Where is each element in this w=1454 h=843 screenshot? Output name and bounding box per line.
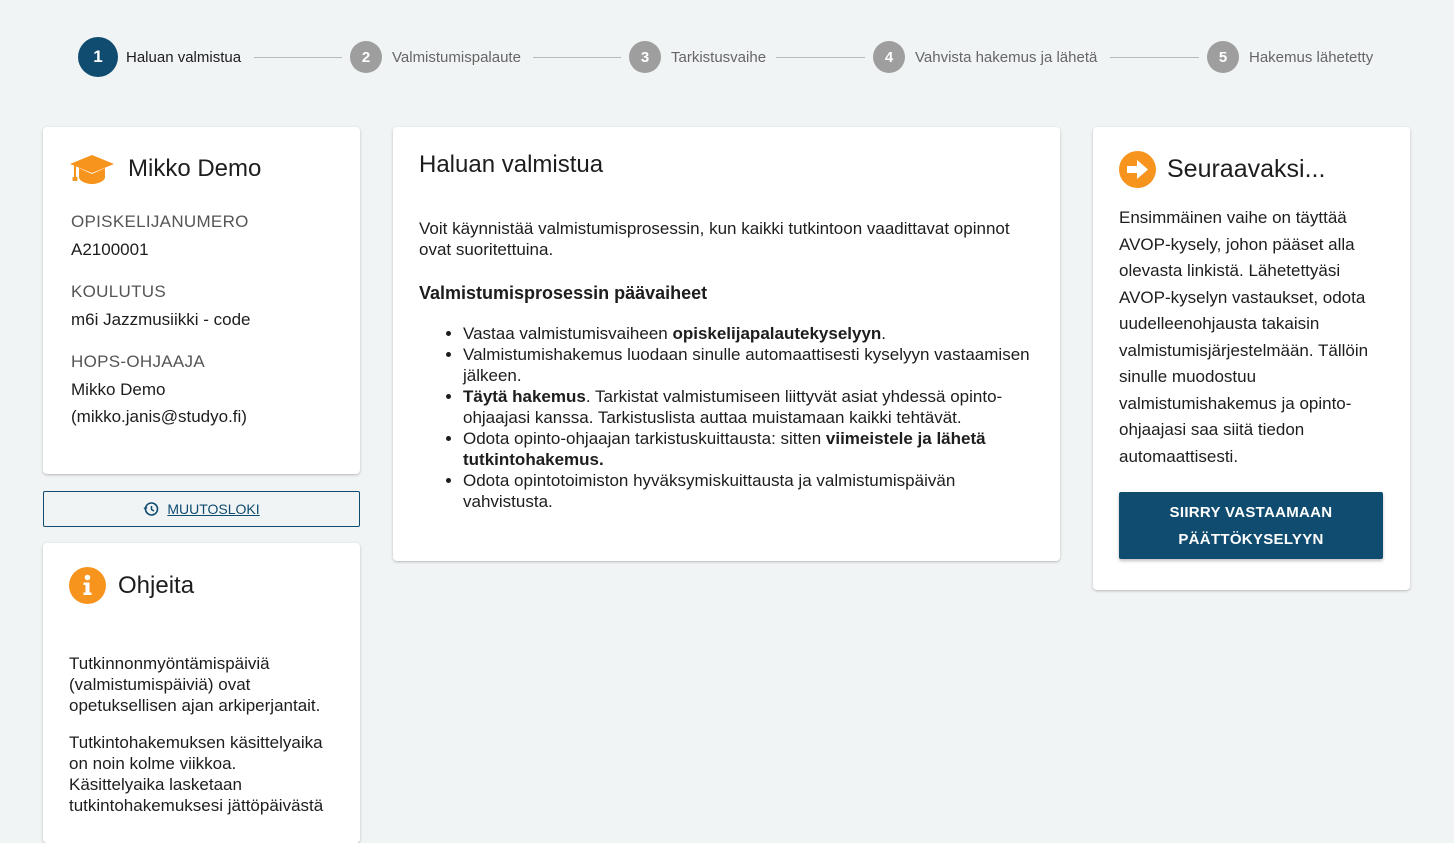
next-steps-header: Seuraavaksi... xyxy=(1119,151,1384,188)
list-item-text: Odota opinto-ohjaajan tarkistuskuittaust… xyxy=(463,429,826,448)
step-2-number: 2 xyxy=(350,41,382,73)
arrow-right-circle-icon xyxy=(1119,151,1156,188)
student-number-label: OPISKELIJANUMERO xyxy=(71,212,249,231)
program-value: m6i Jazzmusiikki - code xyxy=(71,310,251,329)
instructions-paragraph: Tutkintohakemuksen käsittelyaika on noin… xyxy=(69,733,324,815)
instructions-header: Ohjeita xyxy=(69,567,334,604)
list-item-text: Valmistumishakemus luodaan sinulle autom… xyxy=(463,345,1030,385)
main-title: Haluan valmistua xyxy=(419,151,604,178)
progress-stepper: 1 Haluan valmistua 2 Valmistumispalaute … xyxy=(78,37,1378,77)
info-icon xyxy=(69,567,106,604)
step-5: 5 Hakemus lähetetty xyxy=(1207,41,1373,73)
graduation-info-card: Haluan valmistua Voit käynnistää valmist… xyxy=(393,127,1060,561)
instructions-paragraph: Tutkinnonmyöntämispäiviä (valmistumispäi… xyxy=(69,654,321,715)
step-1-number: 1 xyxy=(78,37,118,77)
changelog-button[interactable]: MUUTOSLOKI xyxy=(43,491,360,527)
profile-header: Mikko Demo xyxy=(69,153,334,185)
list-item-text: . xyxy=(881,324,887,343)
step-connector xyxy=(533,57,621,58)
next-steps-card: Seuraavaksi... Ensimmäinen vaihe on täyt… xyxy=(1093,127,1410,590)
student-profile-card: Mikko Demo OPISKELIJANUMERO A2100001 KOU… xyxy=(43,127,360,474)
step-3-number: 3 xyxy=(629,41,661,73)
step-5-label: Hakemus lähetetty xyxy=(1249,48,1374,66)
step-3-label: Tarkistusvaihe xyxy=(671,48,767,66)
step-connector xyxy=(776,57,865,58)
list-item-text: Vastaa valmistumisvaiheen xyxy=(463,324,673,343)
advisor-label: HOPS-OHJAAJA xyxy=(71,352,205,371)
instructions-card: Ohjeita Tutkinnonmyöntämispäiviä (valmis… xyxy=(43,543,360,843)
list-item: Valmistumishakemus luodaan sinulle autom… xyxy=(463,344,1034,386)
advisor-field: HOPS-OHJAAJA Mikko Demo (mikko.janis@stu… xyxy=(71,351,334,430)
list-item-text: Odota opintotoimiston hyväksymiskuittaus… xyxy=(463,471,956,511)
instructions-title: Ohjeita xyxy=(118,571,195,599)
history-icon xyxy=(143,502,159,516)
graduation-cap-icon xyxy=(70,155,114,184)
step-1-label: Haluan valmistua xyxy=(126,48,242,66)
step-4-label: Vahvista hakemus ja lähetä xyxy=(915,48,1098,66)
list-item-emphasis: opiskelijapalautekyselyyn xyxy=(672,324,882,343)
advisor-email: (mikko.janis@studyo.fi) xyxy=(71,407,247,426)
student-name: Mikko Demo xyxy=(128,155,262,182)
list-item: Odota opinto-ohjaajan tarkistuskuittaust… xyxy=(463,428,1034,470)
step-4-number: 4 xyxy=(873,41,905,73)
list-item: Täytä hakemus. Tarkistat valmistumiseen … xyxy=(463,386,1034,428)
step-1: 1 Haluan valmistua xyxy=(78,37,241,77)
student-number-field: OPISKELIJANUMERO A2100001 xyxy=(71,211,334,263)
step-4: 4 Vahvista hakemus ja lähetä xyxy=(873,41,1097,73)
program-label: KOULUTUS xyxy=(71,282,166,301)
step-connector xyxy=(1110,57,1199,58)
go-to-survey-button[interactable]: SIIRRY VASTAAMAAN PÄÄTTÖKYSELYYN xyxy=(1119,492,1383,559)
list-item-emphasis: Täytä hakemus xyxy=(463,387,586,406)
advisor-name: Mikko Demo xyxy=(71,380,166,399)
list-item: Vastaa valmistumisvaiheen opiskelijapala… xyxy=(463,323,1034,344)
process-steps-list: Vastaa valmistumisvaiheen opiskelijapala… xyxy=(419,323,1034,512)
step-3: 3 Tarkistusvaihe xyxy=(629,41,766,73)
step-connector xyxy=(254,57,342,58)
changelog-label: MUUTOSLOKI xyxy=(167,501,260,517)
next-steps-title: Seuraavaksi... xyxy=(1167,155,1326,183)
step-2: 2 Valmistumispalaute xyxy=(350,41,521,73)
main-intro: Voit käynnistää valmistumisprosessin, ku… xyxy=(419,219,1010,259)
student-number-value: A2100001 xyxy=(71,240,149,259)
step-5-number: 5 xyxy=(1207,41,1239,73)
program-field: KOULUTUS m6i Jazzmusiikki - code xyxy=(71,281,334,333)
list-item: Odota opintotoimiston hyväksymiskuittaus… xyxy=(463,470,1034,512)
next-steps-text: Ensimmäinen vaihe on täyttää AVOP-kysely… xyxy=(1119,208,1369,466)
process-steps-heading: Valmistumisprosessin päävaiheet xyxy=(419,283,708,303)
step-2-label: Valmistumispalaute xyxy=(392,48,521,66)
